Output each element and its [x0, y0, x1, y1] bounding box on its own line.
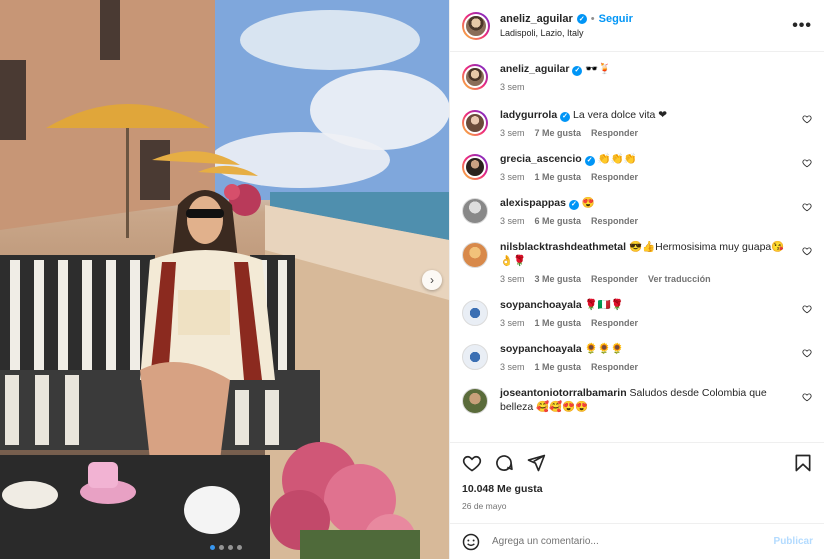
comment-likes[interactable]: 1 Me gusta	[535, 318, 582, 328]
avatar[interactable]	[462, 154, 488, 180]
comment-text: 🌻🌻🌻	[584, 343, 624, 355]
carousel-dots	[210, 545, 242, 550]
post-date: 26 de mayo	[462, 501, 507, 511]
comment-username[interactable]: soypanchoayala	[500, 299, 582, 311]
heart-icon[interactable]	[802, 114, 812, 124]
caption-username[interactable]: aneliz_aguilar	[500, 63, 569, 75]
verified-icon: ✓	[584, 156, 595, 166]
comment-username[interactable]: grecia_ascencio	[500, 153, 582, 165]
add-comment-bar: Publicar	[450, 523, 824, 559]
comment-time: 3 sem	[500, 274, 525, 284]
verified-icon: ✓	[572, 66, 583, 76]
avatar[interactable]	[462, 64, 488, 90]
comment-text: 😍	[581, 197, 595, 209]
comment-item: joseantoniotorralbamarin Saludos desde C…	[462, 386, 812, 414]
action-icons	[462, 453, 813, 473]
reply-button[interactable]: Responder	[591, 216, 638, 226]
avatar[interactable]	[462, 242, 488, 268]
like-count[interactable]: 10.048 Me gusta	[462, 483, 813, 495]
heart-icon[interactable]	[802, 392, 812, 402]
comment-likes[interactable]: 1 Me gusta	[535, 362, 582, 372]
emoji-icon[interactable]	[462, 533, 480, 551]
comment-likes[interactable]: 6 Me gusta	[535, 216, 582, 226]
reply-button[interactable]: Responder	[591, 172, 638, 182]
photo-illustration	[0, 0, 449, 559]
reply-button[interactable]: Responder	[591, 274, 638, 284]
more-icon[interactable]: •••	[792, 17, 812, 35]
verified-icon: ✓	[576, 14, 587, 24]
translate-button[interactable]: Ver traducción	[648, 274, 711, 284]
heart-icon[interactable]	[802, 202, 812, 212]
comment-text: 🌹🇮🇹🌹	[584, 299, 624, 311]
bookmark-icon[interactable]	[793, 453, 813, 473]
comment-likes[interactable]: 3 Me gusta	[535, 274, 582, 284]
comment-likes[interactable]: 1 Me gusta	[535, 172, 582, 182]
caption-text: 🕶️🍹	[585, 63, 612, 75]
avatar[interactable]	[462, 300, 488, 326]
comment-item: nilsblacktrashdeathmetal 😎👍Hermosisima m…	[462, 240, 812, 284]
comment-username[interactable]: nilsblacktrashdeathmetal	[500, 241, 626, 253]
post-header: aneliz_aguilar ✓ • Seguir Ladispoli, Laz…	[450, 0, 824, 52]
verified-icon: ✓	[568, 200, 579, 210]
avatar[interactable]	[462, 11, 490, 40]
heart-icon[interactable]	[802, 158, 812, 168]
comment-time: 3 sem	[500, 318, 525, 328]
comment-time: 3 sem	[500, 172, 525, 182]
comment-item: soypanchoayala 🌹🇮🇹🌹 3 sem 1 Me gusta Res…	[462, 298, 812, 328]
comment-item: alexispappas ✓ 😍 3 sem 6 Me gusta Respon…	[462, 196, 812, 226]
follow-button[interactable]: Seguir	[599, 13, 633, 25]
comment-username[interactable]: joseantoniotorralbamarin	[500, 387, 627, 399]
comment-text: 👏👏👏	[597, 153, 637, 165]
post-photo[interactable]: ›	[0, 0, 449, 559]
comment-username[interactable]: soypanchoayala	[500, 343, 582, 355]
comment-input[interactable]	[492, 536, 774, 547]
share-icon[interactable]	[526, 453, 546, 473]
carousel-dot	[228, 545, 233, 550]
separator: •	[590, 13, 595, 25]
avatar[interactable]	[462, 388, 488, 414]
comment-item: soypanchoayala 🌻🌻🌻 3 sem 1 Me gusta Resp…	[462, 342, 812, 372]
comment-item: grecia_ascencio ✓ 👏👏👏 3 sem 1 Me gusta R…	[462, 152, 812, 182]
heart-icon[interactable]	[462, 453, 482, 473]
comment-time: 3 sem	[500, 362, 525, 372]
comment-time: 3 sem	[500, 128, 525, 138]
comment-likes[interactable]: 7 Me gusta	[535, 128, 582, 138]
post-side-panel: aneliz_aguilar ✓ • Seguir Ladispoli, Laz…	[449, 0, 824, 559]
avatar[interactable]	[462, 198, 488, 224]
comment-text: La vera dolce vita ❤	[573, 109, 668, 121]
avatar[interactable]	[462, 344, 488, 370]
caption: aneliz_aguilar ✓ 🕶️🍹 3 sem	[462, 62, 812, 92]
comment-username[interactable]: alexispappas	[500, 197, 566, 209]
post-actions: 10.048 Me gusta 26 de mayo	[450, 442, 824, 511]
carousel-next-button[interactable]: ›	[422, 270, 442, 290]
reply-button[interactable]: Responder	[591, 318, 638, 328]
comments-list[interactable]: aneliz_aguilar ✓ 🕶️🍹 3 sem ladygurrola ✓…	[450, 52, 824, 442]
carousel-dot	[210, 545, 215, 550]
reply-button[interactable]: Responder	[591, 128, 638, 138]
publish-button[interactable]: Publicar	[774, 536, 813, 547]
carousel-dot	[237, 545, 242, 550]
heart-icon[interactable]	[802, 348, 812, 358]
heart-icon[interactable]	[802, 304, 812, 314]
avatar[interactable]	[462, 110, 488, 136]
comment-time: 3 sem	[500, 216, 525, 226]
comment-item: ladygurrola ✓ La vera dolce vita ❤ 3 sem…	[462, 108, 812, 138]
author-username[interactable]: aneliz_aguilar	[500, 13, 573, 25]
comment-icon[interactable]	[494, 453, 514, 473]
reply-button[interactable]: Responder	[591, 362, 638, 372]
carousel-dot	[219, 545, 224, 550]
caption-time: 3 sem	[500, 82, 525, 92]
chevron-right-icon: ›	[430, 273, 434, 287]
location-link[interactable]: Ladispoli, Lazio, Italy	[500, 28, 792, 38]
comment-username[interactable]: ladygurrola	[500, 109, 557, 121]
heart-icon[interactable]	[802, 246, 812, 256]
verified-icon: ✓	[560, 112, 571, 122]
